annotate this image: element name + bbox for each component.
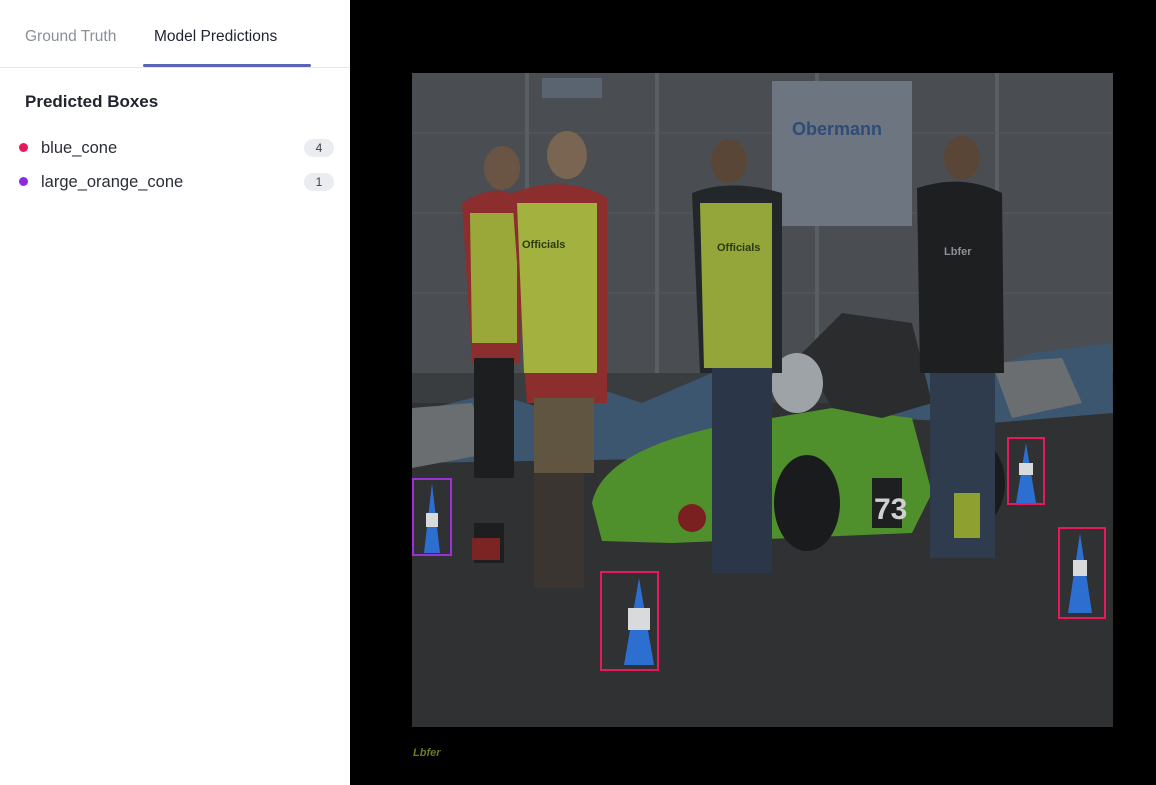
tab-bar: Ground Truth Model Predictions <box>0 0 350 68</box>
class-label: blue_cone <box>41 139 118 157</box>
car-number: 73 <box>874 493 907 526</box>
class-label: large_orange_cone <box>41 173 184 191</box>
watermark-hoodie: Lbfer <box>944 246 972 258</box>
class-row-large-orange-cone[interactable]: large_orange_cone 1 <box>19 171 334 193</box>
vest-text-1: Officials <box>522 239 565 251</box>
class-count-badge: 1 <box>304 173 334 191</box>
vest-text-2: Officials <box>717 242 760 254</box>
bbox-blue-cone[interactable] <box>600 571 659 671</box>
class-color-dot <box>19 143 28 152</box>
tab-model-predictions[interactable]: Model Predictions <box>154 28 277 46</box>
active-tab-indicator <box>143 64 311 67</box>
class-color-dot <box>19 177 28 186</box>
sign-text: Obermann <box>792 119 882 139</box>
predicted-boxes-heading: Predicted Boxes <box>25 92 159 111</box>
image-viewer[interactable]: Obermann 73 Officials Officials Lbfer Lb… <box>350 0 1156 785</box>
bbox-blue-cone[interactable] <box>1058 527 1106 619</box>
annotated-image: Obermann 73 Officials Officials Lbfer <box>412 73 1113 727</box>
sidebar-panel: Ground Truth Model Predictions Predicted… <box>0 0 350 785</box>
image-watermark: Lbfer <box>413 747 441 759</box>
scene-photo: Obermann 73 Officials Officials Lbfer <box>412 73 1113 727</box>
bbox-large-orange-cone[interactable] <box>412 478 452 556</box>
bbox-blue-cone[interactable] <box>1007 437 1045 505</box>
class-count-badge: 4 <box>304 139 334 157</box>
class-row-blue-cone[interactable]: blue_cone 4 <box>19 137 334 159</box>
tab-ground-truth[interactable]: Ground Truth <box>25 28 116 46</box>
